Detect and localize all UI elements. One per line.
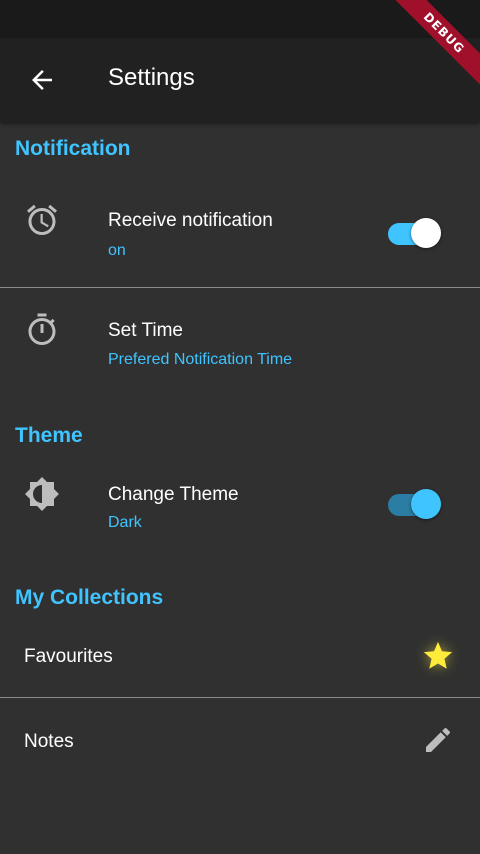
receive-notification-subtitle: on <box>108 242 126 259</box>
change-theme-switch[interactable] <box>386 488 442 520</box>
set-time-subtitle: Prefered Notification Time <box>108 351 293 368</box>
set-time-title: Set Time <box>108 320 183 341</box>
change-theme-subtitle: Dark <box>108 514 142 531</box>
notes-row[interactable]: Notes <box>0 700 480 782</box>
pencil-icon[interactable] <box>420 722 456 758</box>
timer-icon <box>28 313 56 345</box>
set-time-row[interactable]: Set Time Prefered Notification Time <box>0 300 480 390</box>
change-theme-row[interactable]: Change Theme Dark <box>0 464 480 556</box>
page-title: Settings <box>108 64 195 91</box>
receive-notification-switch[interactable] <box>386 217 442 249</box>
switch-thumb <box>411 218 441 248</box>
alarm-icon <box>27 204 57 235</box>
favourites-row[interactable]: Favourites <box>0 614 480 696</box>
arrow-back-icon <box>32 70 52 90</box>
brightness-icon <box>25 477 59 511</box>
status-bar <box>0 0 480 38</box>
receive-notification-row[interactable]: Receive notification on <box>0 190 480 286</box>
change-theme-title: Change Theme <box>108 484 239 505</box>
app-bar: Settings <box>0 38 480 122</box>
section-header-notification: Notification <box>15 137 131 160</box>
section-header-collections: My Collections <box>15 586 164 609</box>
section-header-theme: Theme <box>15 424 83 447</box>
back-button[interactable] <box>22 60 62 100</box>
notes-title: Notes <box>24 731 74 752</box>
divider <box>0 287 480 288</box>
switch-thumb <box>411 489 441 519</box>
divider <box>0 697 480 698</box>
favourites-title: Favourites <box>24 646 113 667</box>
receive-notification-title: Receive notification <box>108 210 273 231</box>
star-icon[interactable] <box>420 638 456 674</box>
